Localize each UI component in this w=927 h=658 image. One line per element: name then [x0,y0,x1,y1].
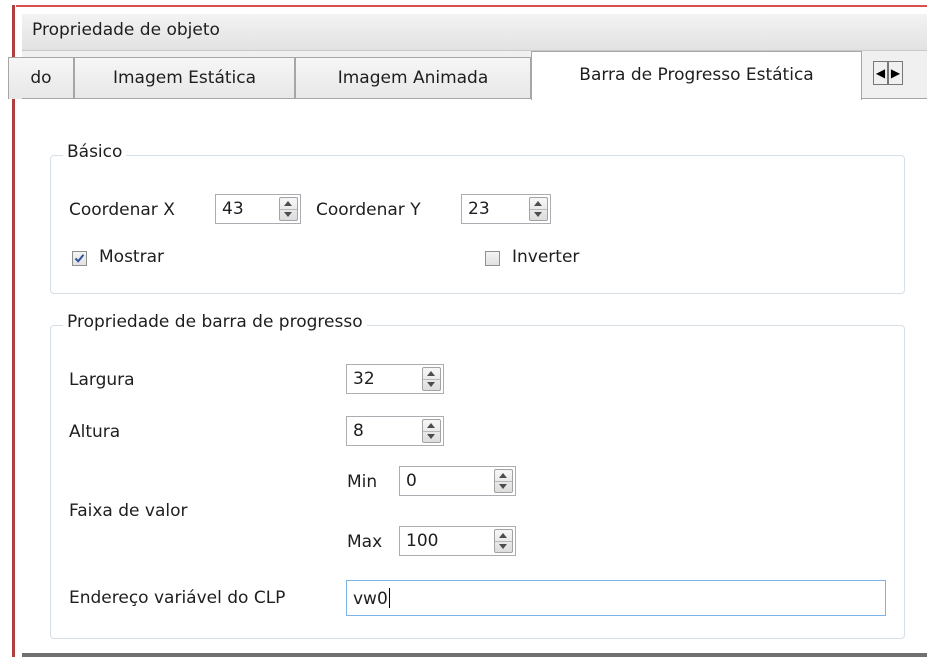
spin-up-icon[interactable] [427,371,435,376]
arrow-left-icon[interactable]: ◀ [873,61,888,85]
show-label: Mostrar [99,247,164,267]
spin-down-icon[interactable] [499,544,507,549]
coord-y-value: 23 [468,199,490,219]
width-value: 32 [353,369,375,389]
basic-group-title: Básico [63,142,127,162]
spin-up-icon[interactable] [499,473,507,478]
window-edge-left [12,5,15,657]
coord-y-spin-buttons[interactable] [529,197,548,221]
coord-y-spinbox[interactable]: 23 [461,194,551,224]
invert-checkbox[interactable] [485,251,500,266]
spin-down-icon[interactable] [427,434,435,439]
window-edge-top [16,5,927,7]
arrow-right-icon[interactable]: ▶ [888,61,903,85]
top-strip [0,0,927,14]
tab-animated-image[interactable]: Imagem Animada [295,57,531,99]
spin-down-icon[interactable] [534,212,542,217]
tab-static-progress-bar[interactable]: Barra de Progresso Estática [531,51,862,100]
max-label: Max [347,532,383,552]
width-spinbox[interactable]: 32 [346,364,444,394]
height-spin-buttons[interactable] [422,419,441,443]
height-value: 8 [353,421,364,441]
panel-title-bar: Propriedade de objeto [22,14,927,51]
plc-address-text: vw0 [353,589,388,609]
value-range-label: Faixa de valor [69,501,188,521]
max-value: 100 [406,531,439,551]
coord-x-label: Coordenar X [69,200,175,220]
spin-down-icon[interactable] [427,382,435,387]
coord-x-value: 43 [222,199,244,219]
tab-truncated[interactable]: do [8,57,74,99]
text-caret [388,588,390,608]
panel-bottom-edge [22,653,927,657]
basic-group: Básico Coordenar X 43 Coordenar Y 23 Mos… [50,142,905,294]
coord-x-spinbox[interactable]: 43 [215,194,301,224]
min-spinbox[interactable]: 0 [399,466,516,496]
tab-strip: do Imagem Estática Imagem Animada Barra … [8,51,927,100]
tab-content: Básico Coordenar X 43 Coordenar Y 23 Mos… [22,98,927,658]
min-label: Min [347,472,378,492]
plc-address-input[interactable]: vw0 [346,580,886,616]
height-spinbox[interactable]: 8 [346,416,444,446]
progress-bar-group-title: Propriedade de barra de progresso [63,312,367,332]
spin-up-icon[interactable] [284,201,292,206]
progress-bar-group: Propriedade de barra de progresso Largur… [50,312,905,639]
spin-up-icon[interactable] [534,201,542,206]
show-checkbox[interactable] [72,251,87,266]
spin-up-icon[interactable] [427,423,435,428]
invert-label: Inverter [512,247,580,267]
checkmark-icon [74,254,85,263]
max-spinbox[interactable]: 100 [399,526,516,556]
width-spin-buttons[interactable] [422,367,441,391]
plc-address-value: vw0 [353,588,390,609]
object-properties-panel: Propriedade de objeto do Imagem Estática… [8,14,927,658]
plc-address-label: Endereço variável do CLP [69,588,286,608]
coord-y-label: Coordenar Y [316,200,421,220]
min-value: 0 [406,471,417,491]
spin-up-icon[interactable] [499,533,507,538]
width-label: Largura [69,370,135,390]
coord-x-spin-buttons[interactable] [279,197,298,221]
height-label: Altura [69,422,121,442]
panel-title: Propriedade de objeto [32,20,220,40]
spin-down-icon[interactable] [284,212,292,217]
min-spin-buttons[interactable] [494,469,513,493]
max-spin-buttons[interactable] [494,529,513,553]
tab-static-image[interactable]: Imagem Estática [74,57,295,99]
spin-down-icon[interactable] [499,484,507,489]
